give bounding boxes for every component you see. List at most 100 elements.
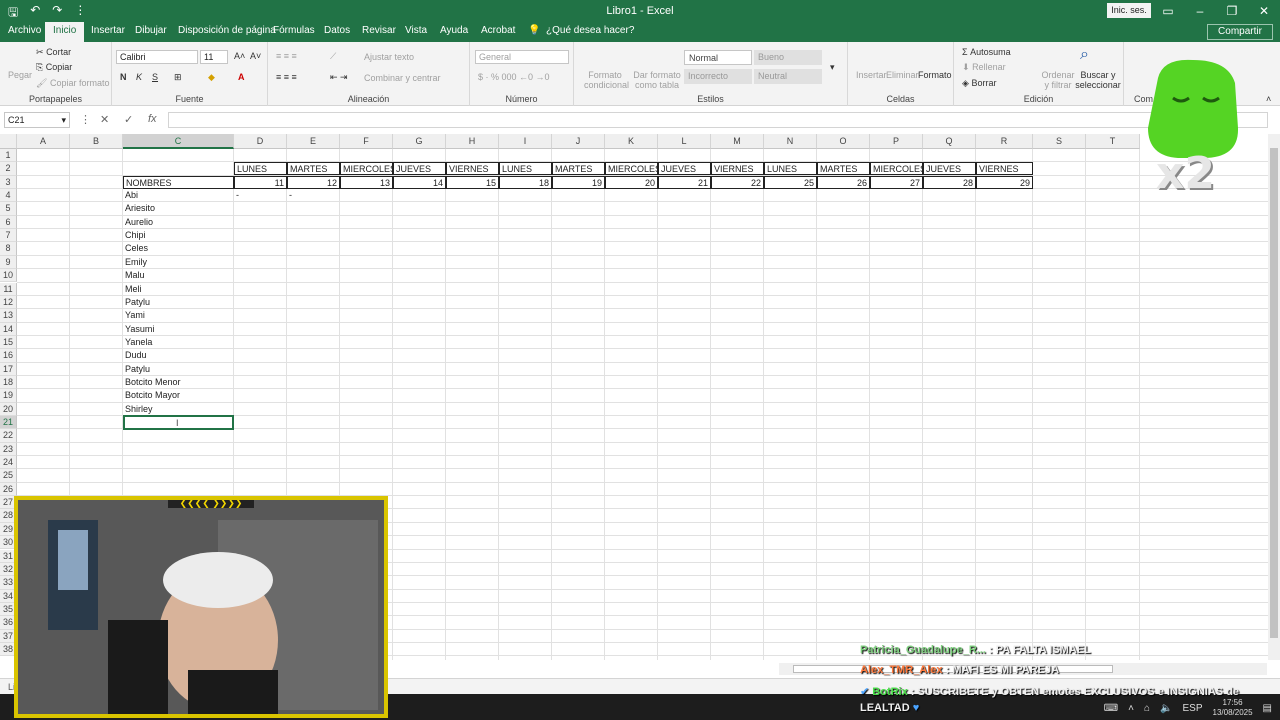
font-size-select[interactable]: 11 [200,50,228,64]
date-cell[interactable]: 14 [393,175,446,189]
column-header-m[interactable]: M [711,134,764,149]
clear-button[interactable]: ◈ Borrar [962,78,996,89]
tab-revisar[interactable]: Revisar [362,25,396,36]
shrink-font-icon[interactable]: A˅ [250,51,261,61]
row-header-23[interactable]: 23 [0,442,17,457]
row-header-14[interactable]: 14 [0,322,17,336]
day-header-cell[interactable]: JUEVES [393,162,446,176]
mark-cell[interactable]: - [234,189,287,202]
cancel-icon[interactable]: ✕ [100,113,109,126]
name-cell[interactable]: Malu [123,269,234,282]
tab-disposicion[interactable]: Disposición de página [178,25,276,36]
network-icon[interactable]: ⌂ [1144,703,1150,714]
format-as-table-button[interactable]: Dar formato como tabla [632,70,682,90]
fill-color-icon[interactable]: ◆ [208,72,215,83]
name-cell[interactable]: Dudu [123,349,234,362]
formula-options-icon[interactable]: ⋮ [80,113,91,126]
insert-cells-button[interactable]: Insertar [856,70,887,80]
day-header-cell[interactable]: MIERCOLES [605,162,658,176]
name-cell[interactable]: Celes [123,242,234,255]
row-header-7[interactable]: 7 [0,229,17,243]
sort-filter-button[interactable]: Ordenar y filtrar [1038,70,1078,90]
column-header-d[interactable]: D [234,134,287,149]
column-header-n[interactable]: N [764,134,817,149]
cut-button[interactable]: ✂ Cortar [36,47,71,58]
day-header-cell[interactable]: LUNES [764,162,817,176]
column-header-a[interactable]: A [17,134,70,149]
tab-dibujar[interactable]: Dibujar [135,25,167,36]
date-cell[interactable]: 21 [658,175,711,189]
style-neutral[interactable]: Neutral [754,69,822,84]
column-header-s[interactable]: S [1033,134,1086,149]
date-cell[interactable]: 25 [764,175,817,189]
bold-button[interactable]: N [120,72,127,82]
format-cells-button[interactable]: Formato [918,70,952,80]
day-header-cell[interactable]: MARTES [552,162,605,176]
day-header-cell[interactable]: JUEVES [658,162,711,176]
borders-icon[interactable]: ⊞ [174,72,182,83]
wrap-text-button[interactable]: Ajustar texto [364,52,414,62]
day-header-cell[interactable]: VIERNES [711,162,764,176]
tab-inicio[interactable]: Inicio [45,22,85,42]
autosum-button[interactable]: Σ Autosuma [962,47,1011,57]
column-header-o[interactable]: O [817,134,870,149]
styles-more-icon[interactable]: ▾ [830,62,835,73]
collapse-ribbon-icon[interactable]: ˄ [1266,94,1271,104]
row-header-2[interactable]: 2 [0,162,17,176]
language-indicator[interactable]: ESP [1182,703,1202,714]
column-header-f[interactable]: F [340,134,393,149]
date-cell[interactable]: 26 [817,175,870,189]
day-header-cell[interactable]: LUNES [234,162,287,176]
day-header-cell[interactable]: MARTES [287,162,340,176]
name-cell[interactable]: Abi [123,189,234,202]
tell-me-search[interactable]: ¿Qué desea hacer? [546,25,634,36]
row-header-4[interactable]: 4 [0,189,17,203]
column-header-q[interactable]: Q [923,134,976,149]
share-button[interactable]: Compartir [1207,24,1273,40]
row-header-6[interactable]: 6 [0,215,17,230]
row-header-13[interactable]: 13 [0,309,17,323]
column-header-r[interactable]: R [976,134,1033,149]
name-cell[interactable]: Chipi [123,229,234,242]
column-header-j[interactable]: J [552,134,605,149]
tab-vista[interactable]: Vista [405,25,427,36]
accounting-icon[interactable]: $ · % 000 ←0 →0 [478,72,550,82]
tab-ayuda[interactable]: Ayuda [440,25,468,36]
date-cell[interactable]: 27 [870,175,923,189]
column-header-b[interactable]: B [70,134,123,149]
name-cell[interactable]: Shirley [123,403,234,416]
format-painter-button[interactable]: 🖌 Copiar formato [36,78,109,89]
name-cell[interactable]: Botcito Menor [123,376,234,389]
ribbon-display-icon[interactable]: ▭ [1152,0,1184,22]
tab-archivo[interactable]: Archivo [8,25,41,36]
column-header-p[interactable]: P [870,134,923,149]
name-cell[interactable]: Patylu [123,363,234,376]
row-header-12[interactable]: 12 [0,295,17,310]
select-all-corner[interactable] [0,134,17,149]
italic-button[interactable]: K [136,72,142,82]
indent-icon[interactable]: ⇤ ⇥ [330,72,348,83]
close-button[interactable]: ✕ [1248,0,1280,22]
day-header-cell[interactable]: LUNES [499,162,552,176]
date-cell[interactable]: 20 [605,175,658,189]
name-cell[interactable]: Patylu [123,296,234,309]
conditional-format-button[interactable]: Formato condicional [584,70,629,90]
restore-button[interactable]: ❐ [1216,0,1248,22]
column-header-c[interactable]: C [123,134,234,149]
name-cell[interactable]: Botcito Mayor [123,389,234,402]
row-header-24[interactable]: 24 [0,456,17,470]
minimize-button[interactable]: – [1184,0,1216,22]
paste-button[interactable]: Pegar [8,70,32,80]
row-header-8[interactable]: 8 [0,242,17,256]
style-bad[interactable]: Incorrecto [684,69,752,84]
day-header-cell[interactable]: VIERNES [446,162,499,176]
find-select-button[interactable]: Buscar y seleccionar [1074,70,1122,90]
date-cell[interactable]: 29 [976,175,1033,189]
keyboard-icon[interactable]: ⌨ [1104,703,1118,714]
date-cell[interactable]: 18 [499,175,552,189]
row-header-11[interactable]: 11 [0,282,17,296]
column-header-k[interactable]: K [605,134,658,149]
row-header-22[interactable]: 22 [0,429,17,443]
row-header-26[interactable]: 26 [0,482,17,497]
name-box[interactable]: C21 ▾ [4,112,70,128]
